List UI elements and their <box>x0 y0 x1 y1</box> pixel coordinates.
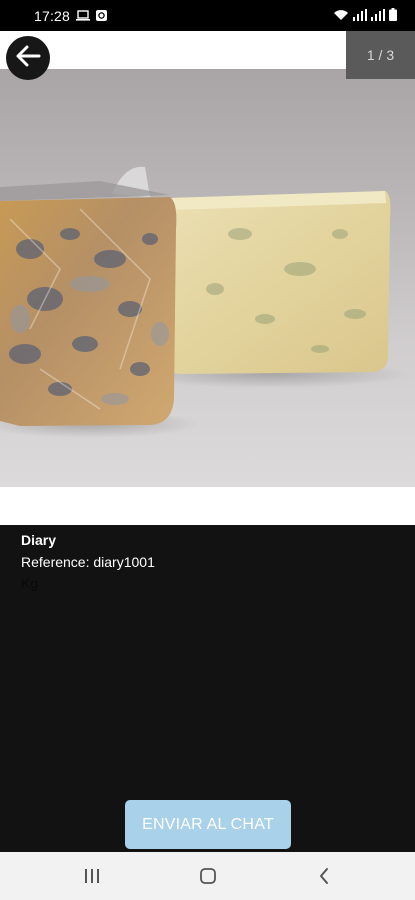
image-counter: 1 / 3 <box>346 31 415 79</box>
image-footer-band <box>0 487 415 525</box>
chevron-left-icon <box>320 868 328 884</box>
battery-icon <box>389 7 397 24</box>
product-name: Diary <box>21 532 57 548</box>
signal-icon-2 <box>371 8 385 24</box>
status-left: 17:28 <box>34 7 108 24</box>
laptop-icon <box>76 8 91 24</box>
notification-app-icon <box>96 8 108 24</box>
home-button[interactable] <box>197 866 219 886</box>
back-button[interactable] <box>6 36 50 80</box>
system-nav-bar <box>0 852 415 900</box>
back-nav-button[interactable] <box>313 866 335 886</box>
status-bar: 17:28 <box>0 0 415 31</box>
arrow-left-icon <box>15 44 41 73</box>
screen: 17:28 1 / 3 Diary Reference: diary1001 K… <box>0 0 415 900</box>
recent-apps-icon <box>85 869 99 883</box>
product-image[interactable] <box>0 69 415 487</box>
send-to-chat-button[interactable]: ENVIAR AL CHAT <box>125 800 291 849</box>
product-unit: Kg <box>21 575 39 591</box>
wifi-icon <box>333 8 349 24</box>
status-time: 17:28 <box>34 7 71 24</box>
home-icon <box>200 868 216 884</box>
signal-icon <box>353 8 367 24</box>
product-reference: Reference: diary1001 <box>21 554 155 570</box>
status-right <box>333 7 397 24</box>
recent-apps-button[interactable] <box>81 866 103 886</box>
product-info: Diary Reference: diary1001 Kg <box>21 531 155 593</box>
